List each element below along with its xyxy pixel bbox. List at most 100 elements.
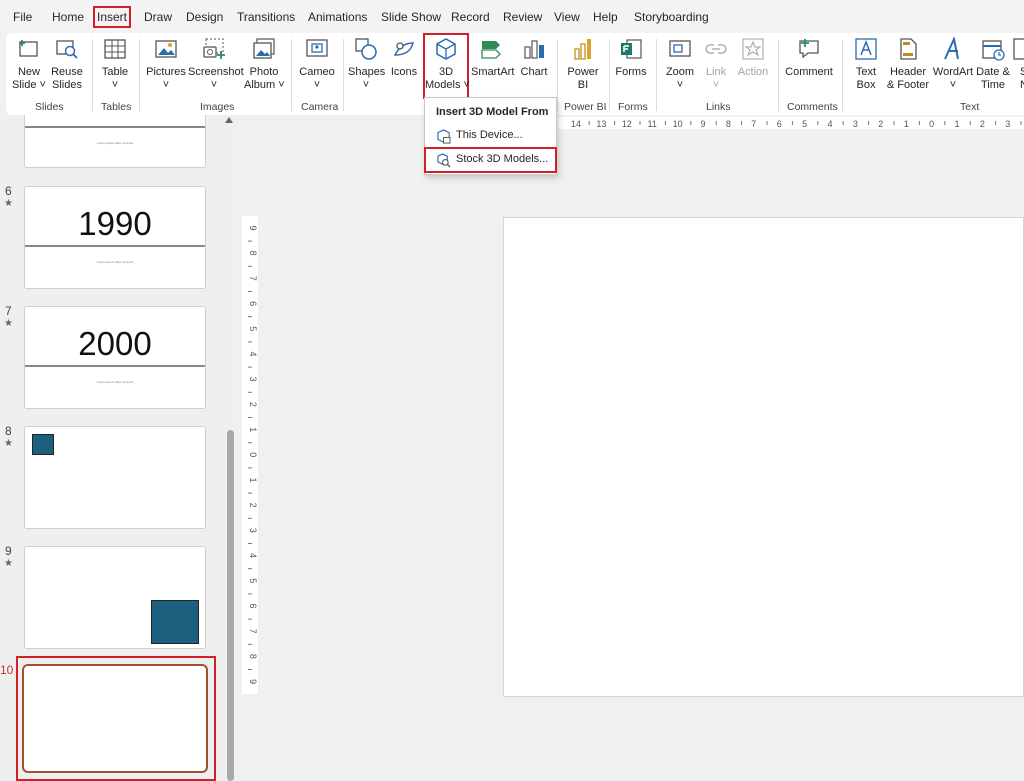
zoom-button[interactable]: Zoom ˅ bbox=[663, 33, 697, 97]
slide-thumbnail-7[interactable]: 2000 Lorem ipsum dolor sit amet bbox=[24, 306, 206, 409]
tab-file[interactable]: File bbox=[13, 10, 32, 24]
shapes-button[interactable]: Shapes ˅ bbox=[348, 33, 385, 97]
slide-thumbnail-pane: Lorem ipsum dolor sit amet 6 ★ 1990 Lore… bbox=[0, 115, 238, 781]
comment-button[interactable]: Comment bbox=[784, 33, 834, 97]
header-footer-icon bbox=[900, 38, 917, 60]
tab-draw[interactable]: Draw bbox=[144, 10, 172, 24]
slide-thumbnail-6[interactable]: 1990 Lorem ipsum dolor sit amet bbox=[24, 186, 206, 289]
ruler-label: 9 bbox=[248, 679, 258, 684]
slide-number-button[interactable]: SN bbox=[1012, 33, 1024, 97]
cameo-button[interactable]: Cameo ˅ bbox=[298, 33, 336, 97]
screenshot-button[interactable]: Screenshot ˅ bbox=[188, 33, 244, 97]
reuse-slides-button[interactable]: Reuse Slides bbox=[50, 33, 84, 97]
ruler-tick bbox=[248, 265, 252, 267]
smartart-icon bbox=[481, 41, 501, 59]
ruler-tick bbox=[995, 121, 997, 125]
forms-icon bbox=[621, 39, 642, 59]
ruler-tick bbox=[664, 121, 666, 125]
wordart-button[interactable]: WordArt ˅ bbox=[932, 33, 974, 97]
tab-review[interactable]: Review bbox=[503, 10, 542, 24]
forms-button[interactable]: Forms bbox=[614, 33, 648, 97]
tab-record[interactable]: Record bbox=[451, 10, 490, 24]
chart-button[interactable]: Chart bbox=[518, 33, 550, 97]
tab-view[interactable]: View bbox=[554, 10, 580, 24]
3d-cube-icon bbox=[436, 38, 456, 60]
tab-help[interactable]: Help bbox=[593, 10, 618, 24]
ruler-label: 3 bbox=[1005, 119, 1010, 129]
ruler-label: 7 bbox=[248, 629, 258, 634]
ruler-tick bbox=[918, 121, 920, 125]
ruler-tick bbox=[248, 341, 252, 343]
slide-number-9: 9 bbox=[5, 544, 12, 558]
horizontal-ruler[interactable]: 14 13 12 11 10 9 8 7 6 5 4 3 2 1 0 1 2 3 bbox=[558, 117, 1024, 129]
date-time-button[interactable]: Date & Time bbox=[976, 33, 1010, 97]
icons-button[interactable]: Icons bbox=[387, 33, 421, 97]
ruler-label: 6 bbox=[248, 301, 258, 306]
power-bi-button[interactable]: Power BI bbox=[564, 33, 602, 97]
group-label-text: Text bbox=[960, 101, 980, 113]
pictures-button[interactable]: Pictures ˅ bbox=[146, 33, 186, 97]
ruler-label: 0 bbox=[929, 119, 934, 129]
slide-canvas[interactable] bbox=[503, 217, 1024, 697]
ruler-tick bbox=[791, 121, 793, 125]
3d-models-button[interactable]: 3D Models ˅ bbox=[423, 33, 470, 99]
ruler-tick bbox=[248, 543, 252, 544]
scrollbar-thumb[interactable] bbox=[227, 430, 234, 781]
ruler-label: 3 bbox=[853, 119, 858, 129]
ruler-tick bbox=[588, 121, 590, 125]
header-footer-button[interactable]: Header & Footer bbox=[886, 33, 930, 97]
wordart-icon bbox=[944, 37, 959, 60]
blue-square-shape bbox=[151, 600, 199, 644]
ruler-tick bbox=[248, 366, 252, 368]
ruler-tick bbox=[248, 492, 252, 494]
slide-thumbnail-8[interactable] bbox=[24, 426, 206, 529]
vertical-ruler[interactable]: 9 8 7 6 5 4 3 2 1 0 1 2 3 4 5 6 7 8 9 bbox=[242, 216, 258, 694]
tab-design[interactable]: Design bbox=[186, 10, 223, 24]
tab-storyboarding[interactable]: Storyboarding bbox=[634, 10, 709, 24]
tab-home[interactable]: Home bbox=[52, 10, 84, 24]
slide-number-8: 8 bbox=[5, 424, 12, 438]
stock-3d-search-icon bbox=[437, 153, 451, 168]
smartart-button[interactable]: SmartArt bbox=[471, 33, 514, 97]
tab-animations[interactable]: Animations bbox=[308, 10, 367, 24]
table-button[interactable]: Table ˅ bbox=[98, 33, 132, 97]
ribbon-tab-bar: File Home Insert Draw Design Transitions… bbox=[0, 0, 1024, 33]
ruler-label: 9 bbox=[700, 119, 705, 129]
slide-7-title: 2000 bbox=[78, 325, 152, 362]
photo-album-button[interactable]: Photo Album ˅ bbox=[244, 33, 285, 97]
scroll-up-arrow-icon[interactable] bbox=[225, 117, 233, 123]
zoom-icon bbox=[669, 40, 691, 57]
slide-thumbnail-9[interactable] bbox=[24, 546, 206, 649]
new-slide-button[interactable]: New Slide ˅ bbox=[12, 33, 46, 97]
ruler-label: 1 bbox=[248, 427, 258, 432]
tab-insert[interactable]: Insert bbox=[92, 6, 132, 28]
group-label-power-bi: Power BI bbox=[564, 101, 607, 113]
animation-star-icon: ★ bbox=[4, 438, 13, 449]
slide-thumbnail-5[interactable]: Lorem ipsum dolor sit amet bbox=[24, 115, 206, 168]
slide-number-7: 7 bbox=[5, 304, 12, 318]
group-label-slides: Slides bbox=[35, 101, 64, 113]
this-device-menu-item[interactable]: This Device... bbox=[429, 125, 554, 147]
slide-thumbnail-10[interactable] bbox=[22, 664, 208, 773]
photo-album-icon bbox=[253, 38, 275, 59]
ruler-label: 8 bbox=[248, 251, 258, 256]
tab-slide-show[interactable]: Slide Show bbox=[381, 10, 441, 24]
ruler-label: 6 bbox=[248, 603, 258, 608]
group-label-tables: Tables bbox=[101, 101, 132, 113]
power-bi-icon bbox=[574, 39, 591, 60]
link-button[interactable]: Link ˅ bbox=[701, 33, 731, 97]
ruler-label: 3 bbox=[248, 377, 258, 382]
ruler-label: 2 bbox=[980, 119, 985, 129]
3d-models-dropdown: Insert 3D Model From This Device... Stoc… bbox=[424, 97, 557, 175]
action-button[interactable]: Action bbox=[735, 33, 771, 97]
ruler-tick bbox=[248, 391, 252, 393]
stock-3d-models-menu-item[interactable]: Stock 3D Models... bbox=[424, 147, 557, 173]
ruler-tick bbox=[248, 442, 252, 444]
group-label-comments: Comments bbox=[787, 101, 838, 113]
ruler-label: 8 bbox=[726, 119, 731, 129]
tab-transitions[interactable]: Transitions bbox=[237, 10, 295, 24]
screenshot-icon bbox=[203, 38, 225, 59]
pictures-icon bbox=[155, 40, 177, 58]
text-box-button[interactable]: Text Box bbox=[849, 33, 883, 97]
ruler-tick bbox=[842, 121, 844, 125]
